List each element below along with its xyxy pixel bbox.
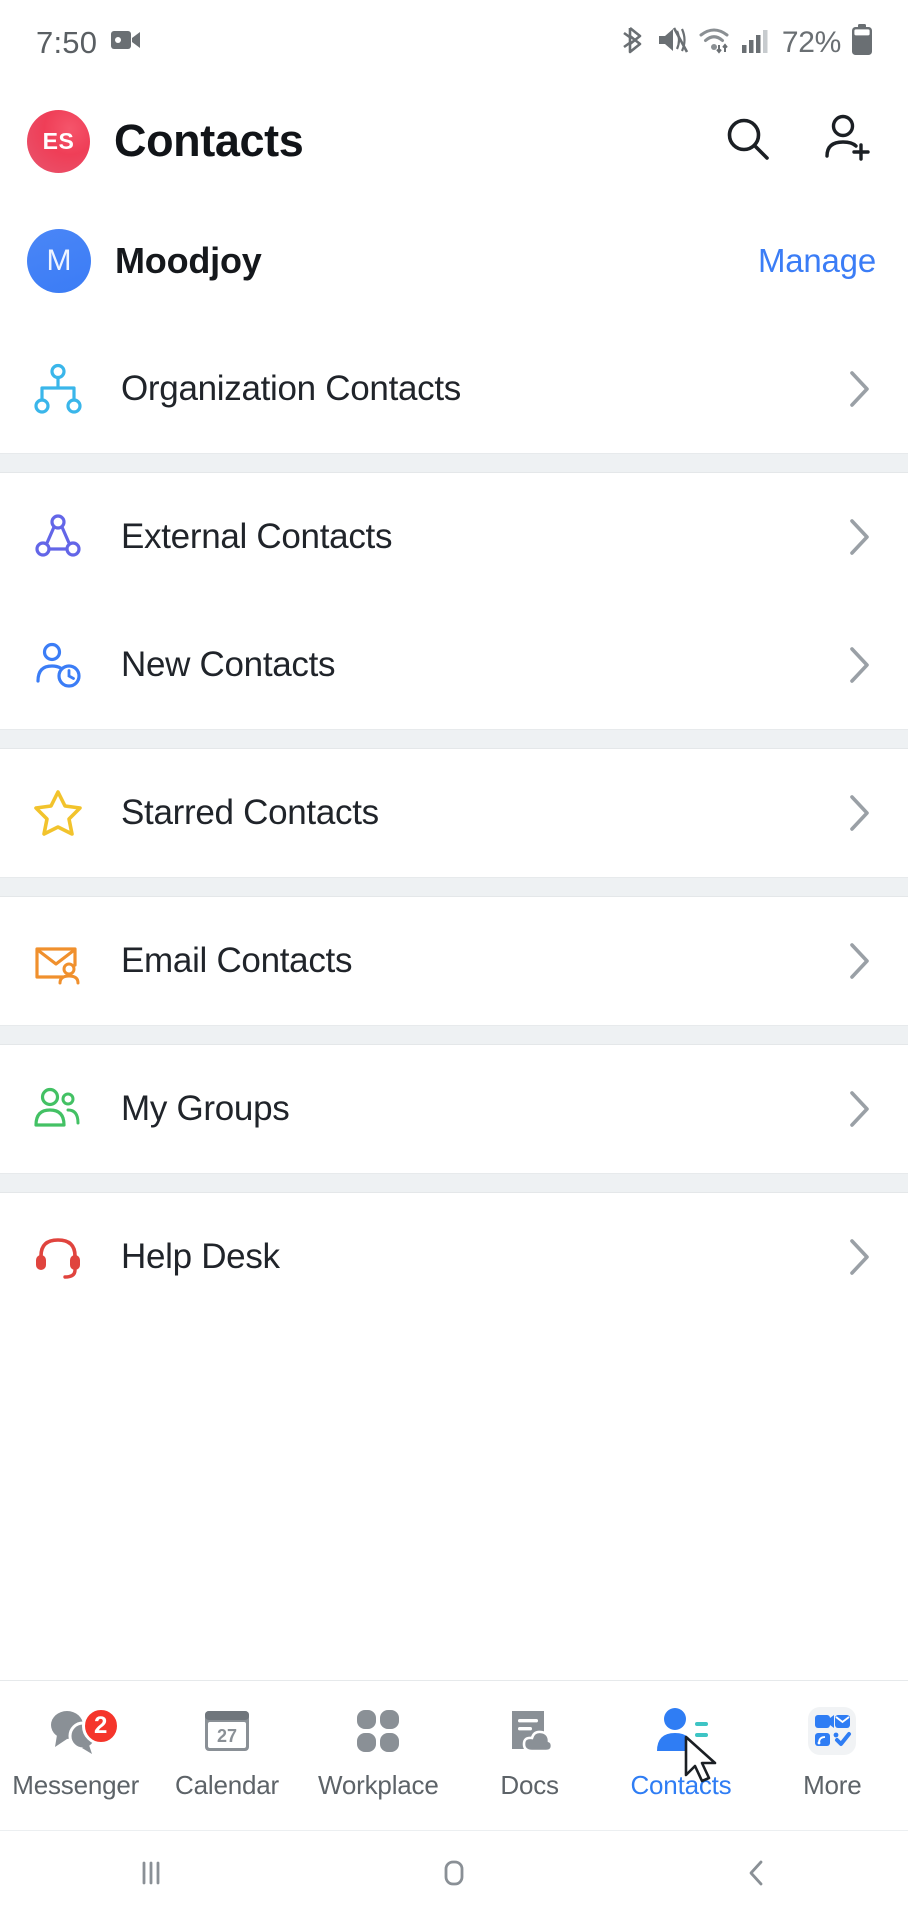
home-icon [434, 1853, 474, 1898]
chevron-right-icon [842, 790, 876, 836]
phone-screen: 7:50 72% ES Contacts M Moodjoy Manage Or… [0, 0, 908, 1920]
bottom-navigation: 2 Messenger 27 Calendar Workplace Docs C… [0, 1680, 908, 1830]
section-separator [0, 877, 908, 897]
tab-docs[interactable]: Docs [454, 1681, 605, 1831]
chevron-right-icon [842, 366, 876, 412]
list-item-help-desk[interactable]: Help Desk [0, 1193, 908, 1321]
manage-link[interactable]: Manage [758, 242, 876, 280]
back-button[interactable] [605, 1853, 908, 1898]
tab-workplace[interactable]: Workplace [303, 1681, 454, 1831]
tab-messenger[interactable]: 2 Messenger [0, 1681, 151, 1831]
list-item-label: My Groups [121, 1089, 290, 1128]
back-icon [737, 1853, 777, 1898]
list-item-label: Organization Contacts [121, 369, 461, 408]
document-cloud-icon [502, 1699, 558, 1763]
star-icon [27, 787, 89, 839]
recents-icon [131, 1853, 171, 1898]
person-contact-icon [651, 1699, 717, 1783]
contacts-list: Organization Contacts External Contacts … [0, 325, 908, 1321]
section-separator [0, 1173, 908, 1193]
envelope-person-icon [27, 935, 89, 987]
battery-icon [850, 24, 874, 61]
tab-label: Workplace [318, 1770, 439, 1800]
app-header: ES Contacts [0, 85, 908, 197]
cellular-signal-icon [741, 26, 769, 59]
list-item-label: Email Contacts [121, 941, 353, 980]
svg-text:27: 27 [217, 1726, 237, 1746]
list-item-new-contacts[interactable]: New Contacts [0, 601, 908, 729]
search-button[interactable] [720, 113, 776, 169]
mute-icon [657, 25, 689, 60]
organization-row[interactable]: M Moodjoy Manage [0, 197, 908, 325]
tab-calendar[interactable]: 27 Calendar [151, 1681, 302, 1831]
status-bar-clock: 7:50 [36, 24, 98, 60]
tab-label: More [803, 1770, 862, 1800]
tab-more[interactable]: More [757, 1681, 908, 1831]
search-icon [722, 113, 774, 170]
tab-label: Messenger [12, 1770, 140, 1800]
organization-name: Moodjoy [115, 240, 262, 281]
list-item-label: New Contacts [121, 645, 336, 684]
organization-avatar: M [27, 229, 91, 293]
section-separator [0, 1025, 908, 1045]
recents-button[interactable] [0, 1853, 303, 1898]
headset-icon [27, 1231, 89, 1283]
bluetooth-icon [622, 24, 648, 61]
avatar[interactable]: ES [27, 109, 90, 173]
header-actions [720, 113, 876, 169]
list-item-my-groups[interactable]: My Groups [0, 1045, 908, 1173]
video-recording-icon [111, 29, 141, 56]
list-item-label: Starred Contacts [121, 793, 379, 832]
tab-label: Contacts [630, 1770, 732, 1800]
chat-bubbles-icon: 2 [45, 1699, 120, 1763]
home-button[interactable] [303, 1853, 606, 1898]
status-bar-right: 72% [622, 24, 874, 61]
wifi-icon [698, 25, 732, 60]
list-item-organization-contacts[interactable]: Organization Contacts [0, 325, 908, 453]
list-item-label: External Contacts [121, 517, 393, 556]
org-chart-icon [27, 363, 89, 415]
section-separator [0, 453, 908, 473]
status-bar: 7:50 72% [0, 0, 908, 85]
page-title: Contacts [114, 115, 304, 166]
people-group-icon [27, 1083, 89, 1135]
list-item-email-contacts[interactable]: Email Contacts [0, 897, 908, 1025]
tab-label: Calendar [175, 1770, 279, 1800]
calendar-icon: 27 [199, 1699, 255, 1763]
system-navigation-bar [0, 1830, 908, 1920]
chevron-right-icon [842, 1086, 876, 1132]
chevron-right-icon [842, 642, 876, 688]
battery-percent-label: 72% [781, 25, 841, 59]
chevron-right-icon [842, 938, 876, 984]
content-spacer [0, 1321, 908, 1680]
list-item-external-contacts[interactable]: External Contacts [0, 473, 908, 601]
network-nodes-icon [27, 511, 89, 563]
section-separator [0, 729, 908, 749]
tab-contacts[interactable]: Contacts [605, 1681, 756, 1831]
grid-dots-icon [350, 1699, 406, 1763]
list-item-label: Help Desk [121, 1237, 280, 1276]
add-person-icon [821, 112, 875, 171]
messenger-badge: 2 [81, 1707, 120, 1745]
app-grid-icon [803, 1699, 861, 1763]
status-bar-left: 7:50 [36, 25, 141, 61]
chevron-right-icon [842, 1234, 876, 1280]
tab-label: Docs [500, 1770, 559, 1800]
person-clock-icon [27, 639, 89, 691]
list-item-starred-contacts[interactable]: Starred Contacts [0, 749, 908, 877]
add-contact-button[interactable] [820, 113, 876, 169]
chevron-right-icon [842, 514, 876, 560]
